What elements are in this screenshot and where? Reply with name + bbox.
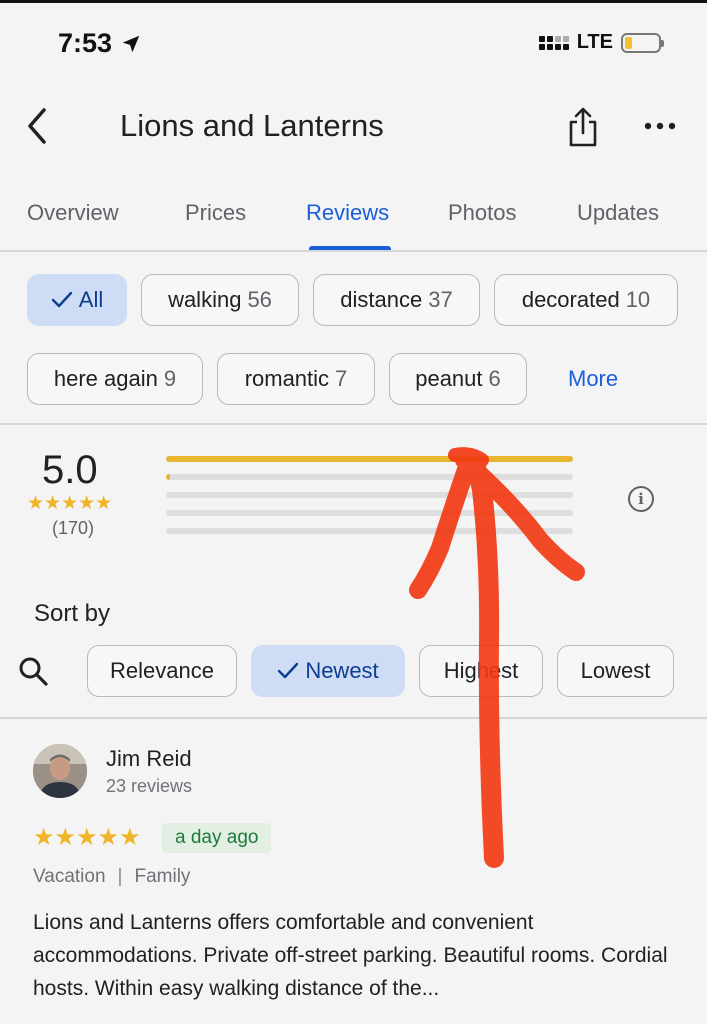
tab-updates[interactable]: Updates [577,200,659,226]
tag-separator: | [117,866,123,887]
more-chips-link[interactable]: More [568,366,618,392]
chip-count: 56 [247,287,272,312]
rating-value: 5.0 [42,448,98,492]
search-icon [19,657,48,686]
chip-romantic[interactable]: romantic 7 [217,353,375,405]
chip-count: 10 [625,287,651,312]
avatar-photo [33,744,87,798]
rating-distribution [166,456,573,546]
chip-all[interactable]: All [27,274,127,326]
tab-reviews[interactable]: Reviews [306,200,389,226]
more-dots-icon [644,122,676,130]
avatar[interactable] [33,744,87,798]
review-stars: ★★★★★ [33,824,141,851]
rating-bar-3 [166,492,573,498]
status-time: 7:53 [58,28,142,59]
section-divider [0,717,707,719]
page-title: Lions and Lanterns [120,108,384,143]
review-tag: Family [134,866,191,887]
search-reviews-button[interactable] [16,654,50,688]
chip-label: romantic [244,366,330,391]
chip-label: peanut [415,366,483,391]
sort-label: Sort by [34,600,111,627]
signal-icon [538,35,569,50]
chip-count: 6 [488,366,501,391]
rating-bar-1 [166,528,573,534]
status-time-text: 7:53 [58,28,113,58]
checkmark-icon [51,291,72,308]
review-tags: Vacation | Family [33,866,190,888]
chip-label: here again [53,366,158,391]
back-arrow-icon [28,108,46,144]
sort-newest[interactable]: Newest [251,645,405,697]
rating-count: (170) [52,518,95,538]
chip-count: 37 [428,287,453,312]
chip-walking[interactable]: walking 56 [141,274,299,326]
review-date-badge: a day ago [162,823,272,853]
location-arrow-icon [122,35,140,52]
tab-bar: Overview Prices Reviews Photos Updates [0,184,707,252]
tab-prices[interactable]: Prices [185,200,246,226]
reviewer-name[interactable]: Jim Reid [106,746,192,772]
chip-label: distance [340,287,423,312]
reviewer-review-count: 23 reviews [106,776,193,796]
rating-stars: ★★★★★ [27,493,113,514]
share-button[interactable] [566,106,600,148]
status-indicators: LTE [538,31,664,54]
chip-label: All [78,287,104,312]
rating-bar-4 [166,474,573,480]
rating-bar-2 [166,510,573,516]
chip-label: walking [168,287,242,312]
info-icon[interactable]: i [628,486,654,512]
chip-peanut[interactable]: peanut 6 [389,353,527,405]
sort-option-label: Relevance [110,658,214,683]
chip-here-again[interactable]: here again 9 [27,353,203,405]
back-button[interactable] [22,106,54,146]
sort-lowest[interactable]: Lowest [557,645,674,697]
section-divider [0,423,707,425]
review-text[interactable]: Lions and Lanterns offers comfortable an… [33,906,673,1005]
chip-count: 9 [163,366,177,391]
tab-photos[interactable]: Photos [448,200,517,226]
review-tag: Vacation [33,866,106,887]
checkmark-icon [278,662,299,679]
chip-decorated[interactable]: decorated 10 [494,274,678,326]
network-label: LTE [576,31,613,53]
sort-relevance[interactable]: Relevance [87,645,237,697]
sort-option-label: Highest [443,658,519,683]
chip-count: 7 [335,366,348,391]
sort-option-label: Newest [305,658,379,683]
share-icon [569,107,597,147]
sort-highest[interactable]: Highest [419,645,543,697]
chip-distance[interactable]: distance 37 [313,274,480,326]
chip-label: decorated [521,287,620,312]
top-edge [0,0,707,3]
battery-icon [621,32,664,53]
more-options-button[interactable] [644,114,676,138]
active-tab-indicator [309,246,391,250]
rating-bar-5 [166,456,573,462]
sort-option-label: Lowest [580,658,651,683]
tab-overview[interactable]: Overview [27,200,119,226]
